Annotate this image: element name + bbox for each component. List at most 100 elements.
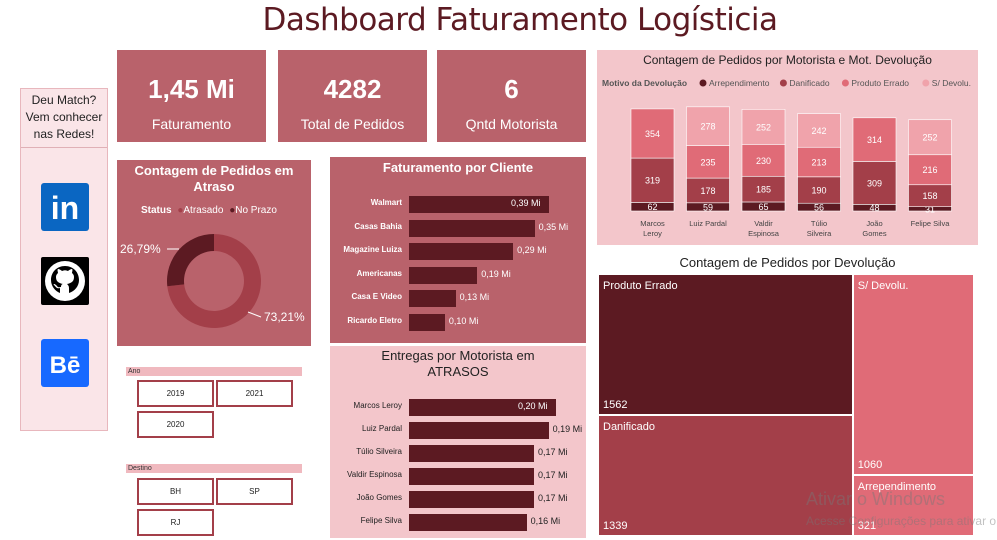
treemap-tile-label: Danificado — [603, 421, 655, 434]
destino-slicer: Destino — [126, 464, 302, 473]
faturamento-cliente-value-label: 0,39 Mi — [511, 198, 541, 208]
destino-option-bh[interactable]: BH — [137, 478, 214, 505]
treemap-tile-value: 1339 — [603, 519, 628, 532]
faturamento-cliente-bar[interactable] — [409, 290, 456, 308]
treemap-tile-value: 1562 — [603, 399, 628, 412]
faturamento-cliente-category-label: Casas Bahia — [354, 221, 402, 231]
stack-value-label: 309 — [867, 178, 882, 188]
stack-category-label: Valdir — [754, 219, 773, 228]
kpi-faturamento-value: 1,45 Mi — [148, 74, 235, 104]
donut-slice-no-prazo[interactable] — [167, 234, 214, 287]
treemap-tile-produto-errado[interactable]: Produto Errado 1562 — [599, 275, 854, 417]
faturamento-cliente-category-label: Magazine Luiza — [343, 245, 402, 255]
treemap-tile-label: S/ Devolu. — [857, 280, 909, 292]
behance-glyph-text: Bē — [50, 352, 81, 379]
stack-category-label: Marcos — [640, 219, 665, 228]
windows-watermark-line1: Ativar o Windows — [806, 489, 946, 509]
entregas-atraso-value-label: 0,19 Mi — [552, 424, 583, 434]
entregas-atraso-bar[interactable] — [409, 445, 534, 462]
faturamento-cliente-category-label: Ricardo Eletro — [347, 316, 402, 325]
destino-option-rj[interactable]: RJ — [137, 509, 214, 536]
stack-value-label: 178 — [700, 186, 715, 196]
faturamento-cliente-value-label: 0,10 Mi — [448, 316, 479, 326]
kpi-total-pedidos-value: 4282 — [323, 74, 382, 104]
stack-legend-label: Arrependimento — [709, 78, 770, 88]
entregas-atraso-category-label: Marcos Leroy — [353, 401, 402, 410]
faturamento-cliente-bar[interactable] — [409, 219, 535, 237]
stack-value-label: 185 — [756, 185, 771, 195]
entregas-atraso-category-label: Felipe Silva — [360, 516, 402, 525]
faturamento-cliente-panel: Faturamento por Cliente Walmart 0,39 Mi Ca… — [330, 157, 586, 343]
stack-value-label: 213 — [811, 158, 826, 168]
social-divider — [21, 147, 107, 148]
stack-value-label: 242 — [811, 126, 826, 136]
entregas-atraso-category-label: João Gomes — [356, 493, 402, 502]
motorista-devolucao-panel: Contagem de Pedidos por Motorista e Mot.… — [597, 50, 978, 245]
stack-category-label: Leroy — [643, 229, 662, 238]
behance-glyph: Bē — [50, 352, 81, 379]
donut-leader-atrasado — [247, 311, 262, 318]
faturamento-cliente-value-label: 0,35 Mi — [538, 221, 569, 232]
social-caption-line3: nas Redes! — [33, 127, 95, 141]
stack-value-label: 278 — [700, 122, 715, 132]
stack-legend-dot — [779, 79, 787, 87]
stack-value-label: 354 — [645, 129, 660, 139]
stack-value-label: 190 — [811, 186, 826, 196]
linkedin-glyph-text: in — [51, 190, 79, 226]
treemap-tile-s-devolu-[interactable]: S/ Devolu. 1060 — [853, 275, 975, 477]
entregas-atraso-category-label: Luiz Pardal — [361, 424, 402, 433]
faturamento-cliente-category-label: Americanas — [356, 268, 402, 278]
donut-label-no-prazo: 26,79% — [120, 242, 161, 256]
entregas-atraso-bar[interactable] — [409, 514, 527, 531]
kpi-faturamento: 1,45 Mi Faturamento — [117, 50, 266, 142]
entregas-atraso-title: Entregas por Motorista em ATRASOS — [381, 348, 535, 379]
behance-icon[interactable]: Bē — [41, 339, 89, 387]
stack-legend-label: Produto Errado — [851, 78, 909, 88]
stack-value-label: 252 — [922, 133, 937, 143]
ano-option-2019[interactable]: 2019 — [137, 380, 214, 407]
stack-legend-dot — [841, 79, 849, 87]
entregas-atraso-bar[interactable] — [409, 491, 534, 508]
stack-value-label: 235 — [700, 157, 715, 167]
github-icon[interactable] — [41, 257, 89, 305]
kpi-total-pedidos-label: Total de Pedidos — [300, 116, 405, 132]
stack-value-label: 48 — [869, 203, 879, 213]
kpi-qntd-motorista: 6 Qntd Motorista — [437, 50, 586, 142]
ano-slicer: Ano — [126, 367, 302, 376]
linkedin-icon[interactable]: in — [41, 183, 89, 231]
stack-category-label: Silveira — [807, 229, 832, 238]
faturamento-cliente-bar[interactable] — [409, 266, 478, 284]
entregas-atraso-bar[interactable] — [409, 422, 549, 439]
treemap-tile-label: Produto Errado — [603, 280, 678, 292]
faturamento-cliente-value-label: 0,29 Mi — [517, 245, 547, 256]
entregas-atraso-value-label: 0,17 Mi — [537, 470, 568, 480]
devolucao-treemap-title: Contagem de Pedidos por Devolução — [679, 255, 896, 270]
stack-value-label: 59 — [703, 202, 713, 212]
stack-value-label: 158 — [922, 191, 937, 201]
stack-value-label: 216 — [922, 165, 937, 175]
atraso-donut-chart: 73,21% 26,79% — [120, 234, 305, 328]
kpi-faturamento-label: Faturamento — [151, 116, 232, 132]
kpi-total-pedidos: 4282 Total de Pedidos — [278, 50, 427, 142]
page-title: Dashboard Faturamento Logísticia — [262, 2, 778, 38]
stack-legend-dot — [699, 79, 707, 87]
entregas-atraso-value-label: 0,16 Mi — [530, 516, 561, 526]
entregas-atraso-bar[interactable] — [409, 468, 534, 485]
stack-value-label: 252 — [756, 122, 771, 132]
stack-category-label: Felipe Silva — [911, 219, 951, 228]
stack-legend-dot — [922, 79, 930, 87]
entregas-atraso-value-label: 0,17 Mi — [537, 447, 568, 457]
entregas-atraso-category-label: Valdir Espinosa — [347, 470, 402, 479]
entregas-atraso-value-label: 0,17 Mi — [537, 493, 568, 503]
ano-option-2020[interactable]: 2020 — [137, 411, 214, 438]
ano-slicer-header: Ano — [126, 367, 302, 376]
kpi-qntd-motorista-label: Qntd Motorista — [465, 116, 558, 132]
ano-option-2021[interactable]: 2021 — [216, 380, 293, 407]
stack-value-label: 62 — [647, 202, 657, 212]
faturamento-cliente-bar[interactable] — [409, 314, 445, 331]
stack-legend-label: S/ Devolu. — [932, 78, 971, 88]
faturamento-cliente-bar[interactable] — [409, 243, 514, 261]
destino-option-sp[interactable]: SP — [216, 478, 293, 505]
stack-value-label: 319 — [645, 176, 660, 186]
stack-category-label: Espinosa — [748, 229, 780, 238]
